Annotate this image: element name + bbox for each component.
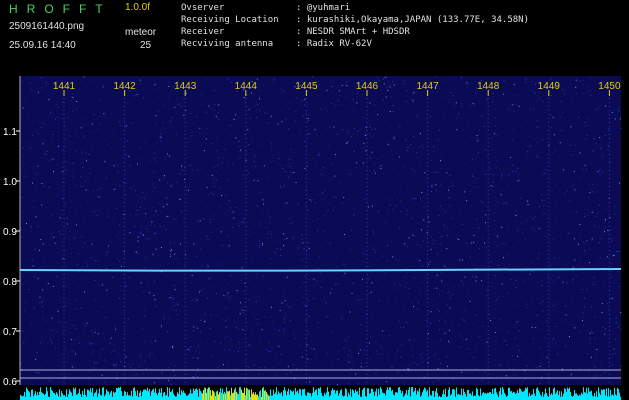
- file-name: 2509161440.png: [9, 21, 85, 32]
- freq-tick-label: 0.9: [3, 227, 17, 238]
- freq-tick-label: 1.0: [3, 177, 17, 188]
- app-version: 1.0.0f: [125, 2, 151, 13]
- header-panel: HROFFT 1.0.0f 2509161440.png 25.09.16 14…: [0, 0, 629, 76]
- meteor-label: meteor: [125, 27, 157, 38]
- antenna-label: Recviving antenna: [181, 39, 274, 49]
- spectrogram-area: [20, 76, 621, 385]
- observer-value: : @yuhmari: [296, 3, 351, 13]
- antenna-value: : Radix RV-62V: [296, 39, 372, 49]
- freq-tick-label: 1.1: [3, 127, 17, 138]
- spectrogram-plot: 1441 1442 1443 1444 1445 1446 1447 1448 1449 1450…: [0, 76, 629, 400]
- location-label: Receiving Location: [181, 15, 279, 25]
- observer-label: Ovserver: [181, 3, 225, 13]
- freq-tick-label: 0.6: [3, 377, 17, 388]
- freq-tick-label: 0.8: [3, 277, 17, 288]
- freq-tick-label: 0.7: [3, 327, 17, 338]
- receiver-value: : NESDR SMArt + HDSDR: [296, 27, 410, 37]
- meteor-count: 25: [140, 40, 152, 51]
- location-value: : kurashiki,Okayama,JAPAN (133.77E, 34.5…: [296, 15, 529, 25]
- app-title: HROFFT: [9, 2, 112, 16]
- receiver-label: Receiver: [181, 27, 225, 37]
- file-datetime: 25.09.16 14:40: [9, 40, 76, 51]
